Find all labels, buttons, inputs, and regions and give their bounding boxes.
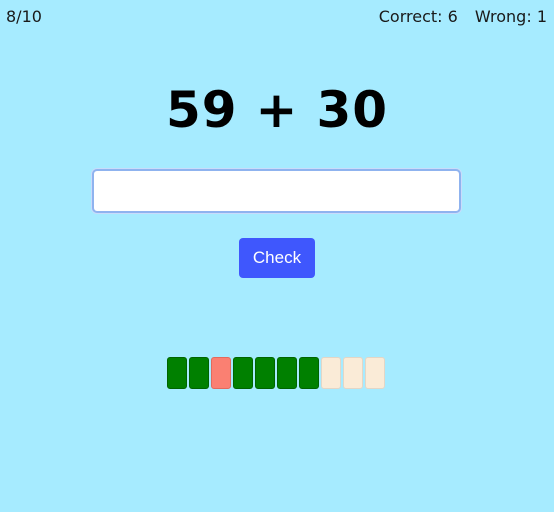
math-problem: 59 +30 <box>0 80 554 140</box>
score-display: Correct: 6 Wrong: 1 <box>379 7 547 27</box>
result-cell-correct <box>167 357 187 389</box>
operator: + <box>255 81 299 139</box>
result-cell-correct <box>277 357 297 389</box>
result-cell-wrong <box>211 357 231 389</box>
wrong-label: Wrong: <box>474 7 532 26</box>
answer-input[interactable] <box>92 169 461 213</box>
results-tracker <box>167 357 387 389</box>
result-cell-correct <box>299 357 319 389</box>
result-cell-correct <box>189 357 209 389</box>
wrong-count: 1 <box>536 7 547 26</box>
correct-label: Correct: <box>378 7 443 26</box>
result-cell-correct <box>255 357 275 389</box>
left-operand: 59 <box>165 81 238 139</box>
right-operand: 30 <box>316 81 389 139</box>
check-button[interactable]: Check <box>239 238 315 278</box>
progress-counter: 8/10 <box>6 7 42 26</box>
wrong-score: Wrong: 1 <box>475 7 547 26</box>
result-cell-pending <box>321 357 341 389</box>
result-cell-pending <box>365 357 385 389</box>
result-cell-correct <box>233 357 253 389</box>
result-cell-pending <box>343 357 363 389</box>
correct-count: 6 <box>447 7 458 26</box>
